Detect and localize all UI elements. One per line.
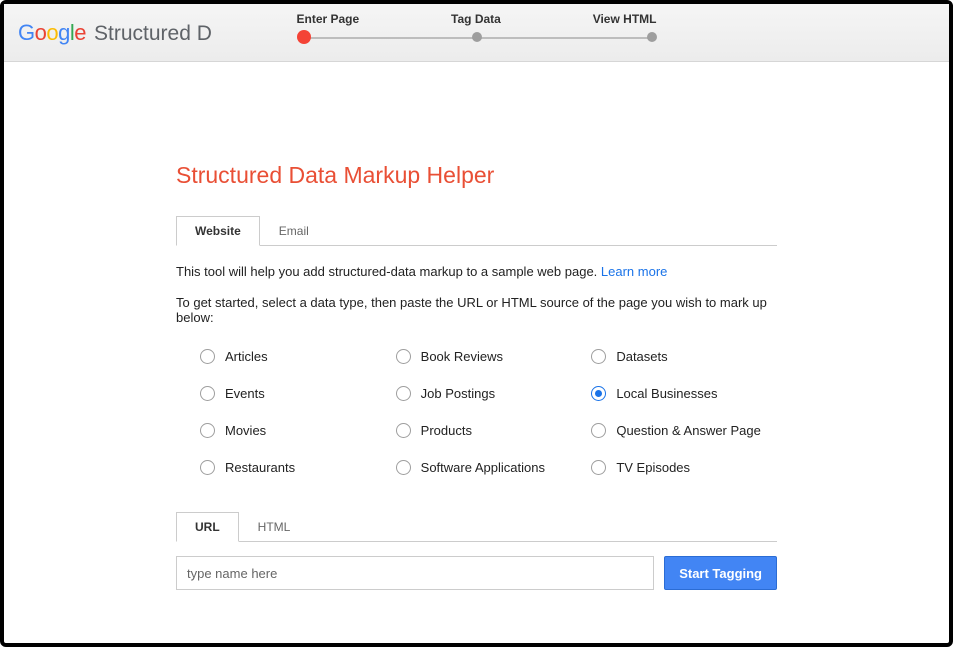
data-type-option[interactable]: Local Businesses	[591, 386, 777, 401]
url-input[interactable]	[176, 556, 654, 590]
step-dot-icon	[647, 32, 657, 42]
radio-icon[interactable]	[591, 423, 606, 438]
step-dot-active-icon	[297, 30, 311, 44]
step-label-enter-page: Enter Page	[297, 12, 360, 26]
logo-letter: o	[35, 20, 47, 45]
radio-icon[interactable]	[591, 460, 606, 475]
intro-text-2: To get started, select a data type, then…	[176, 295, 777, 325]
data-type-option[interactable]: Products	[396, 423, 582, 438]
product-name: Structured D	[94, 22, 212, 46]
step-label-view-html: View HTML	[593, 12, 657, 26]
tab-email[interactable]: Email	[260, 216, 328, 246]
option-label: Local Businesses	[616, 386, 717, 401]
option-label: Articles	[225, 349, 268, 364]
radio-icon[interactable]	[591, 349, 606, 364]
data-type-option[interactable]: Datasets	[591, 349, 777, 364]
input-row: Start Tagging	[176, 556, 777, 590]
data-type-options: Articles Book Reviews Datasets Events Job Po…	[176, 349, 777, 475]
option-label: Products	[421, 423, 472, 438]
data-type-option[interactable]: Movies	[200, 423, 386, 438]
progress-stepper: Enter Page Tag Data View HTML	[297, 12, 657, 46]
main-content: Structured Data Markup Helper Website Em…	[4, 62, 949, 590]
option-label: Question & Answer Page	[616, 423, 761, 438]
radio-icon[interactable]	[396, 386, 411, 401]
option-label: Movies	[225, 423, 266, 438]
logo-letter: G	[18, 20, 35, 45]
logo-letter: o	[46, 20, 58, 45]
data-type-option[interactable]: Question & Answer Page	[591, 423, 777, 438]
step-label-tag-data: Tag Data	[451, 12, 501, 26]
tab-url[interactable]: URL	[176, 512, 239, 542]
tab-html[interactable]: HTML	[239, 512, 310, 542]
step-dot-icon	[472, 32, 482, 42]
tab-website[interactable]: Website	[176, 216, 260, 246]
option-label: TV Episodes	[616, 460, 690, 475]
data-type-option[interactable]: Job Postings	[396, 386, 582, 401]
step-track	[297, 30, 657, 46]
data-type-option[interactable]: TV Episodes	[591, 460, 777, 475]
primary-tabs: Website Email	[176, 215, 777, 246]
google-logo: Google	[18, 20, 86, 46]
learn-more-link[interactable]: Learn more	[601, 264, 667, 279]
radio-icon[interactable]	[200, 460, 215, 475]
data-type-option[interactable]: Restaurants	[200, 460, 386, 475]
radio-icon[interactable]	[396, 349, 411, 364]
logo-wrap: Google Structured D	[18, 20, 212, 46]
logo-letter: g	[58, 20, 70, 45]
data-type-option[interactable]: Articles	[200, 349, 386, 364]
intro-text-1-content: This tool will help you add structured-d…	[176, 264, 601, 279]
start-tagging-button[interactable]: Start Tagging	[664, 556, 777, 590]
option-label: Job Postings	[421, 386, 495, 401]
option-label: Book Reviews	[421, 349, 503, 364]
page-title: Structured Data Markup Helper	[176, 162, 777, 189]
data-type-option[interactable]: Software Applications	[396, 460, 582, 475]
radio-icon[interactable]	[200, 349, 215, 364]
radio-icon[interactable]	[396, 460, 411, 475]
data-type-option[interactable]: Book Reviews	[396, 349, 582, 364]
logo-letter: e	[74, 20, 86, 45]
top-bar: Google Structured D Enter Page Tag Data …	[4, 4, 949, 62]
radio-icon[interactable]	[591, 386, 606, 401]
option-label: Datasets	[616, 349, 667, 364]
secondary-tabs: URL HTML	[176, 511, 777, 542]
radio-icon[interactable]	[200, 423, 215, 438]
intro-text-1: This tool will help you add structured-d…	[176, 264, 777, 279]
radio-icon[interactable]	[200, 386, 215, 401]
radio-icon[interactable]	[396, 423, 411, 438]
option-label: Restaurants	[225, 460, 295, 475]
data-type-option[interactable]: Events	[200, 386, 386, 401]
option-label: Software Applications	[421, 460, 545, 475]
option-label: Events	[225, 386, 265, 401]
